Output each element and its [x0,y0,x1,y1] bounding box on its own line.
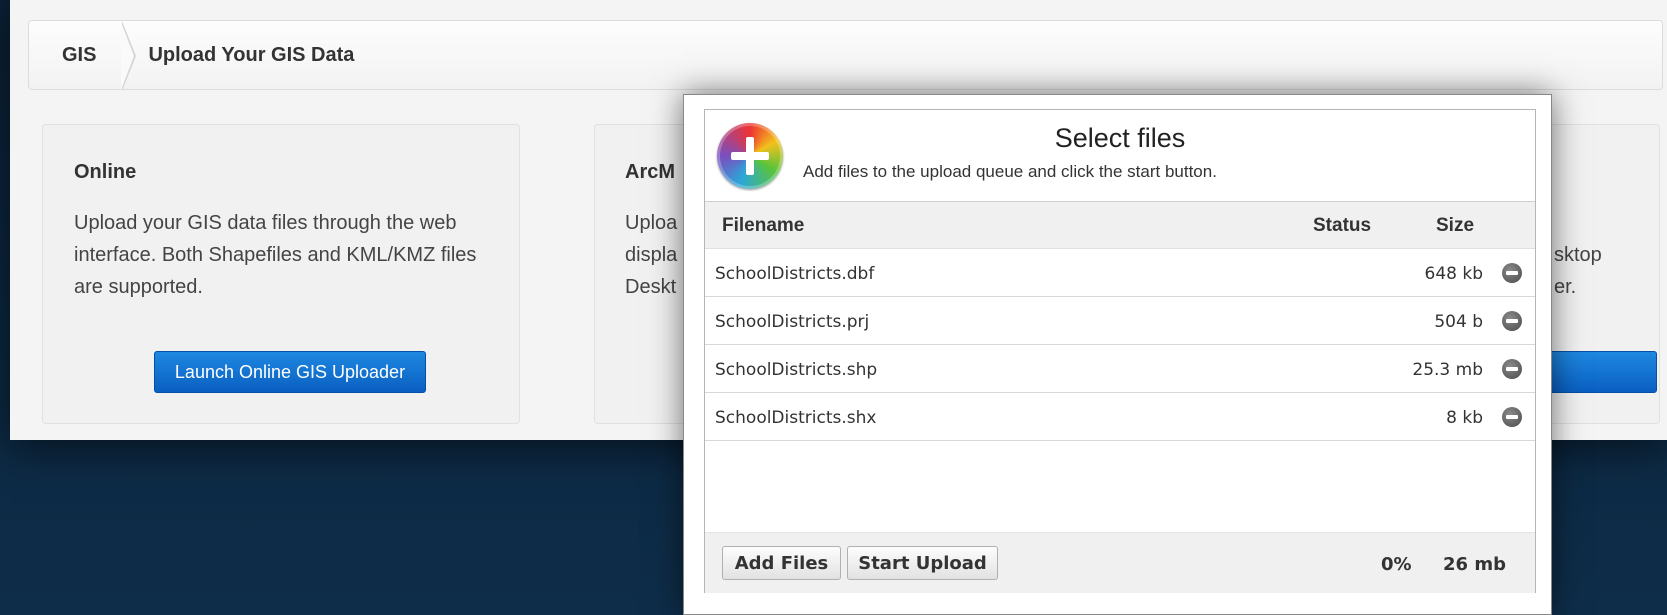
remove-file-icon[interactable] [1502,311,1522,331]
add-files-button[interactable]: Add Files [722,546,841,580]
upload-dialog: Select files Add files to the upload que… [683,94,1552,615]
column-status: Status [1313,215,1372,236]
remove-file-icon[interactable] [1502,359,1522,379]
desktop-card-line: sktop [1554,244,1602,266]
desktop-card-line: er. [1554,276,1577,298]
remove-file-icon[interactable] [1502,263,1522,283]
file-size: 648 kb [1424,264,1484,284]
breadcrumb-home-label[interactable]: GIS [62,44,96,67]
file-uploader: Select files Add files to the upload que… [704,109,1536,593]
arcmap-card-title: ArcM [625,161,676,183]
page-heading-partial [0,598,680,615]
upload-progress: 0% [1381,554,1412,575]
file-row: SchoolDistricts.shp 25.3 mb [705,345,1535,393]
uploader-subtitle: Add files to the upload queue and click … [803,162,1217,181]
upload-total-size: 26 mb [1443,554,1506,575]
launch-desktop-button[interactable] [1547,351,1657,393]
file-row: SchoolDistricts.prj 504 b [705,297,1535,345]
file-name: SchoolDistricts.shp [715,360,878,380]
online-card: Online Upload your GIS data files throug… [42,124,520,424]
breadcrumb-home[interactable]: GIS [29,21,137,91]
uploader-title: Select files [705,123,1535,154]
start-upload-button[interactable]: Start Upload [847,546,998,580]
breadcrumb-current: Upload Your GIS Data [148,43,355,66]
file-size: 8 kb [1446,408,1483,428]
column-filename: Filename [722,215,805,236]
file-size: 25.3 mb [1412,360,1483,380]
breadcrumb: GIS Upload Your GIS Data [28,20,1663,91]
file-list-header: Filename Status Size [705,202,1535,249]
uploader-footer: Add Files Start Upload 0% 26 mb [705,532,1535,593]
file-name: SchoolDistricts.prj [715,312,870,332]
breadcrumb-separator [121,21,137,91]
uploader-header: Select files Add files to the upload que… [705,110,1535,202]
remove-file-icon[interactable] [1502,407,1522,427]
file-row: SchoolDistricts.shx 8 kb [705,393,1535,441]
uploader-title-text: Select files [1054,123,1186,153]
file-name: SchoolDistricts.dbf [715,264,875,284]
column-size: Size [1436,215,1475,236]
launch-online-uploader-button[interactable]: Launch Online GIS Uploader [154,351,426,393]
file-name: SchoolDistricts.shx [715,408,877,428]
file-size: 504 b [1434,312,1483,332]
online-card-title: Online [74,161,137,183]
online-card-description: Upload your GIS data files through the w… [74,212,477,298]
file-row: SchoolDistricts.dbf 648 kb [705,249,1535,297]
desktop-card-description: sktop er. [1554,239,1654,303]
